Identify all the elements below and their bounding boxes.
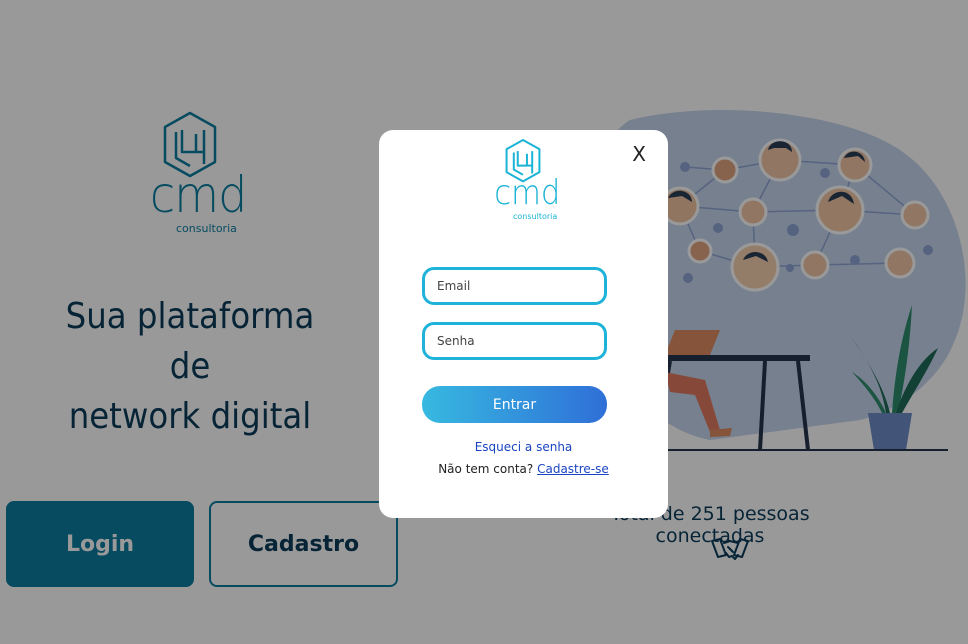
close-button[interactable]: X bbox=[632, 142, 646, 166]
login-modal: X cmd consultoria Entrar Esqueci a senha… bbox=[379, 130, 668, 518]
signup-link[interactable]: Cadastre-se bbox=[537, 462, 609, 476]
submit-button[interactable]: Entrar bbox=[422, 386, 607, 423]
modal-brand-wordmark: cmd bbox=[494, 173, 561, 213]
email-field[interactable] bbox=[422, 267, 607, 305]
signup-prompt: Não tem conta? Cadastre-se bbox=[379, 462, 668, 476]
modal-brand-logo: cmd consultoria bbox=[489, 138, 561, 222]
signup-prompt-text: Não tem conta? bbox=[438, 462, 534, 476]
modal-brand-subtitle: consultoria bbox=[513, 212, 558, 221]
password-field[interactable] bbox=[422, 322, 607, 360]
forgot-password-link[interactable]: Esqueci a senha bbox=[379, 440, 668, 454]
